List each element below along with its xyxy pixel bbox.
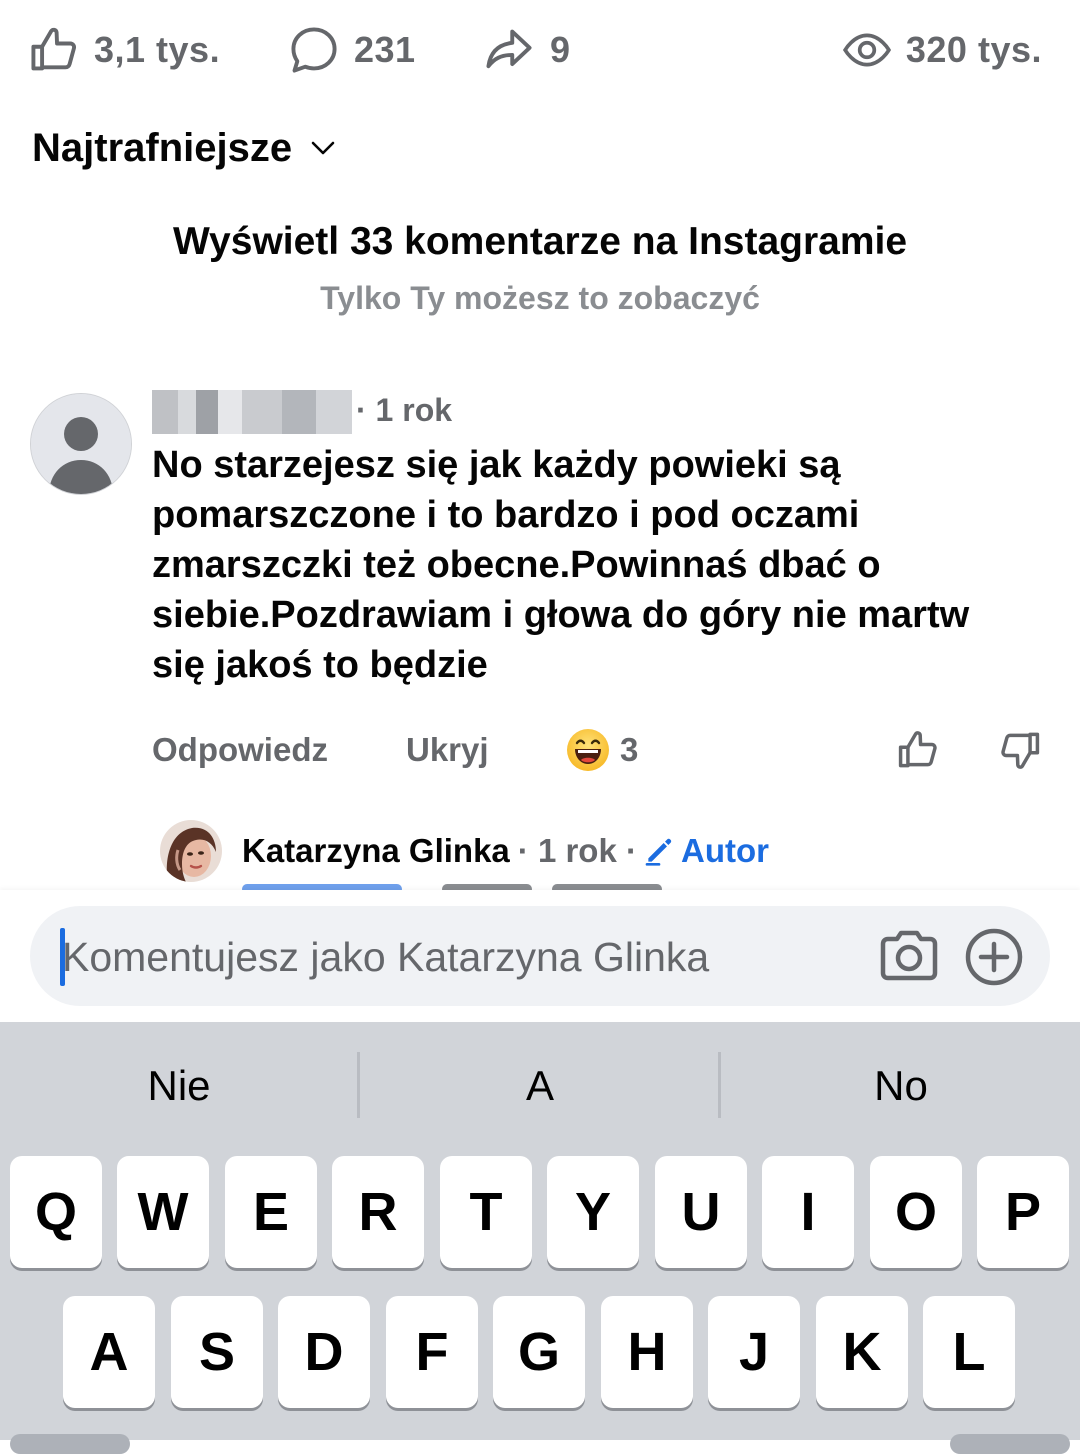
key-t[interactable]: T bbox=[440, 1156, 532, 1268]
author-badge-label: Autor bbox=[680, 832, 769, 869]
key-q[interactable]: Q bbox=[10, 1156, 102, 1268]
laughing-emoji-icon bbox=[567, 729, 609, 771]
key-r[interactable]: R bbox=[332, 1156, 424, 1268]
key-d[interactable]: D bbox=[278, 1296, 370, 1408]
key-p[interactable]: P bbox=[977, 1156, 1069, 1268]
key-o[interactable]: O bbox=[870, 1156, 962, 1268]
key-l[interactable]: L bbox=[923, 1296, 1015, 1408]
plus-circle-icon bbox=[965, 928, 1023, 986]
key-u[interactable]: U bbox=[655, 1156, 747, 1268]
key-i[interactable]: I bbox=[762, 1156, 854, 1268]
comment-actions: Odpowiedz Ukryj 3 bbox=[0, 722, 1080, 778]
suggestion-2[interactable]: A bbox=[361, 1050, 719, 1122]
eye-icon bbox=[842, 33, 891, 67]
thumbs-up-icon bbox=[31, 27, 77, 71]
reaction-summary[interactable]: 3 bbox=[566, 722, 638, 778]
key-f[interactable]: F bbox=[386, 1296, 478, 1408]
downvote-button[interactable] bbox=[998, 722, 1042, 778]
views-stat: 320 tys. bbox=[842, 20, 1042, 80]
sort-label: Najtrafniejsze bbox=[32, 125, 293, 170]
comments-count: 231 bbox=[354, 29, 416, 70]
view-instagram-comments-link[interactable]: Wyświetl 33 komentarze na Instagramie bbox=[0, 220, 1080, 264]
reply-timestamp: · 1 rok · bbox=[517, 832, 637, 869]
suggestion-3[interactable]: No bbox=[722, 1050, 1080, 1122]
key-y[interactable]: Y bbox=[547, 1156, 639, 1268]
blurred-commenter-name[interactable] bbox=[152, 390, 352, 434]
comment-sort-dropdown[interactable]: Najtrafniejsze bbox=[32, 120, 336, 176]
commenter-avatar[interactable] bbox=[30, 393, 132, 495]
author-profile-photo bbox=[160, 820, 222, 882]
comment-timestamp: · 1 rok bbox=[356, 392, 453, 428]
comment-bubble-icon bbox=[291, 27, 337, 73]
key-a[interactable]: A bbox=[63, 1296, 155, 1408]
key-s[interactable]: S bbox=[171, 1296, 263, 1408]
shares-stat[interactable]: 9 bbox=[482, 20, 571, 80]
comment-body: No starzejesz się jak każdy powieki są p… bbox=[152, 444, 970, 686]
reply-author-name[interactable]: Katarzyna Glinka bbox=[242, 832, 510, 870]
text-cursor bbox=[60, 928, 65, 986]
pencil-icon bbox=[645, 838, 672, 866]
comments-stat[interactable]: 231 bbox=[288, 20, 416, 80]
suggestion-divider bbox=[718, 1052, 721, 1118]
backspace-key[interactable] bbox=[950, 1434, 1070, 1454]
key-h[interactable]: H bbox=[601, 1296, 693, 1408]
post-stats-bar: 3,1 tys. 231 9 320 tys. bbox=[0, 20, 1080, 80]
key-e[interactable]: E bbox=[225, 1156, 317, 1268]
reply-button[interactable]: Odpowiedz bbox=[152, 722, 328, 778]
upvote-button[interactable] bbox=[896, 722, 940, 778]
reaction-count: 3 bbox=[620, 731, 639, 768]
author-badge: Autor bbox=[643, 832, 769, 870]
key-k[interactable]: K bbox=[816, 1296, 908, 1408]
add-attachment-button[interactable] bbox=[964, 927, 1024, 992]
camera-button[interactable] bbox=[878, 928, 940, 989]
views-count: 320 tys. bbox=[905, 29, 1042, 70]
camera-icon bbox=[880, 930, 938, 981]
key-w[interactable]: W bbox=[117, 1156, 209, 1268]
author-avatar[interactable] bbox=[160, 820, 222, 882]
suggestion-divider bbox=[357, 1052, 360, 1118]
default-profile-icon bbox=[31, 394, 131, 494]
chevron-down-icon bbox=[311, 141, 335, 155]
share-arrow-icon bbox=[486, 29, 532, 69]
reply-header: Katarzyna Glinka · 1 rok · Autor bbox=[242, 828, 769, 874]
key-j[interactable]: J bbox=[708, 1296, 800, 1408]
shift-key[interactable] bbox=[10, 1434, 130, 1454]
likes-count: 3,1 tys. bbox=[94, 29, 221, 70]
key-g[interactable]: G bbox=[493, 1296, 585, 1408]
suggestion-1[interactable]: Nie bbox=[0, 1050, 358, 1122]
shares-count: 9 bbox=[550, 29, 571, 70]
comment-input[interactable] bbox=[62, 930, 852, 984]
only-you-can-see-note: Tylko Ty możesz to zobaczyć bbox=[320, 280, 760, 316]
likes-stat[interactable]: 3,1 tys. bbox=[28, 20, 220, 80]
hide-button[interactable]: Ukryj bbox=[406, 722, 489, 778]
thumbs-up-icon bbox=[898, 731, 937, 768]
thumbs-down-icon bbox=[1001, 732, 1040, 769]
